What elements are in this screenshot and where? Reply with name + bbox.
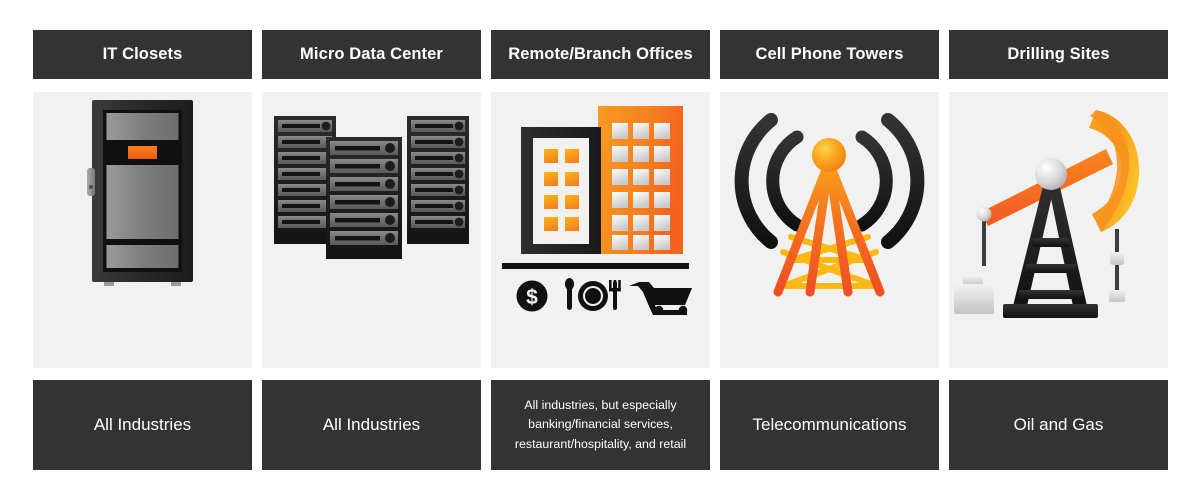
column-footer-cell-phone-towers: Telecommunications xyxy=(720,380,939,470)
column-footer-remote-branch-offices: All industries, but especially banking/f… xyxy=(491,380,710,470)
dollar-coin-icon: $ xyxy=(516,280,548,312)
server-rack-cabinet-icon xyxy=(87,100,193,286)
icon-panel-drilling-sites xyxy=(949,92,1168,368)
column-header-cell-phone-towers: Cell Phone Towers xyxy=(720,30,939,79)
office-buildings-icon: $ xyxy=(502,106,692,315)
column-header-drilling-sites: Drilling Sites xyxy=(949,30,1168,79)
column-it-closets: IT Closets All Industries xyxy=(33,30,252,473)
column-drilling-sites: Drilling Sites Oil and Gas xyxy=(949,30,1168,473)
column-header-it-closets: IT Closets xyxy=(33,30,252,79)
footer-line-3: restaurant/hospitality, and retail xyxy=(514,436,687,451)
industry-verticals-board: IT Closets All Industries Micro Data Cen… xyxy=(0,0,1201,501)
column-header-micro-data-center: Micro Data Center xyxy=(262,30,481,79)
column-cell-phone-towers: Cell Phone Towers Telecommunications xyxy=(720,30,939,473)
footer-line-2: banking/financial services, xyxy=(528,417,673,432)
icon-panel-cell-phone-towers xyxy=(720,92,939,368)
svg-text:$: $ xyxy=(526,286,538,309)
oil-pumpjack-icon xyxy=(954,110,1140,318)
column-footer-drilling-sites: Oil and Gas xyxy=(949,380,1168,470)
column-micro-data-center: Micro Data Center All Industries xyxy=(262,30,481,473)
cell-tower-icon xyxy=(734,113,925,297)
column-remote-branch-offices: Remote/Branch Offices $ All industries, … xyxy=(491,30,710,473)
icon-panel-it-closets xyxy=(33,92,252,368)
icon-panel-micro-data-center xyxy=(262,92,481,368)
column-footer-it-closets: All Industries xyxy=(33,380,252,470)
column-footer-micro-data-center: All Industries xyxy=(262,380,481,470)
column-header-remote-branch-offices: Remote/Branch Offices xyxy=(491,30,710,79)
icon-panel-remote-branch-offices: $ xyxy=(491,92,710,368)
footer-line-1: All industries, but especially xyxy=(524,398,677,413)
server-racks-icon xyxy=(274,116,469,259)
plate-utensils-icon xyxy=(564,278,621,311)
shopping-cart-icon xyxy=(629,282,692,315)
